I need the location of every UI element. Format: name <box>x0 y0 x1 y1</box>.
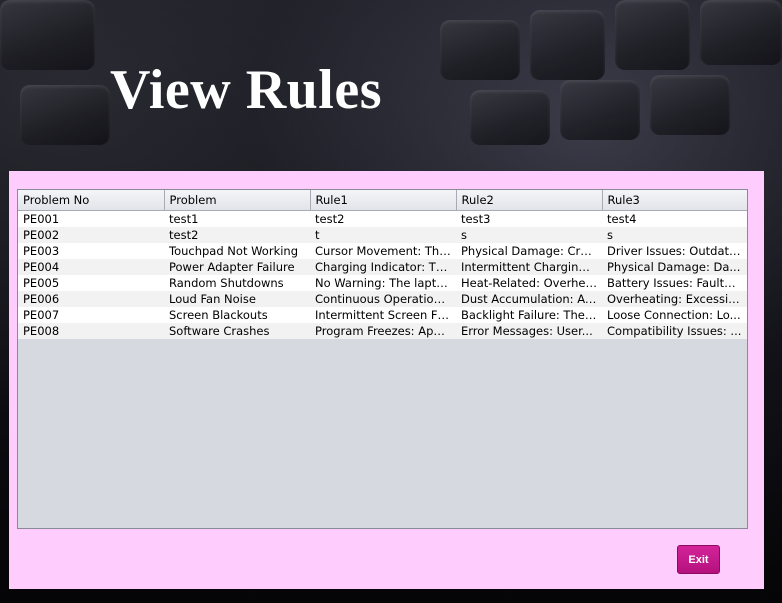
keyboard-key <box>530 10 605 80</box>
cell-rule2[interactable]: s <box>456 227 602 243</box>
cell-problem-no[interactable]: PE005 <box>18 275 164 291</box>
cell-problem[interactable]: Random Shutdowns <box>164 275 310 291</box>
keyboard-key <box>700 0 782 65</box>
cell-rule2[interactable]: Dust Accumulation: Ac... <box>456 291 602 307</box>
table-row[interactable]: PE005 Random Shutdowns No Warning: The l… <box>18 275 747 291</box>
cell-rule3[interactable]: Overheating: Excessiv... <box>602 291 747 307</box>
cell-problem[interactable]: Power Adapter Failure <box>164 259 310 275</box>
cell-problem-no[interactable]: PE003 <box>18 243 164 259</box>
rules-panel: Problem No Problem Rule1 Rule2 Rule3 PE0… <box>9 171 764 589</box>
table-row[interactable]: PE006 Loud Fan Noise Continuous Operatio… <box>18 291 747 307</box>
rules-table-scrollpane[interactable]: Problem No Problem Rule1 Rule2 Rule3 PE0… <box>17 189 748 529</box>
table-row[interactable]: PE001 test1 test2 test3 test4 <box>18 210 747 227</box>
table-header-row: Problem No Problem Rule1 Rule2 Rule3 <box>18 190 747 211</box>
cell-rule3[interactable]: Compatibility Issues: ... <box>602 323 747 339</box>
cell-rule2[interactable]: Intermittent Charging: ... <box>456 259 602 275</box>
cell-rule1[interactable]: Cursor Movement: The ... <box>310 243 456 259</box>
cell-rule2[interactable]: Heat-Related: Overhea... <box>456 275 602 291</box>
cell-rule3[interactable]: Physical Damage: Da... <box>602 259 747 275</box>
cell-rule2[interactable]: Backlight Failure: The ... <box>456 307 602 323</box>
cell-problem-no[interactable]: PE004 <box>18 259 164 275</box>
cell-rule3[interactable]: test4 <box>602 210 747 227</box>
column-header-problem[interactable]: Problem <box>164 190 311 211</box>
keyboard-key <box>440 20 520 80</box>
cell-rule3[interactable]: Loose Connection: Lo... <box>602 307 747 323</box>
cell-problem[interactable]: Software Crashes <box>164 323 310 339</box>
cell-problem-no[interactable]: PE007 <box>18 307 164 323</box>
cell-rule1[interactable]: No Warning: The lapto... <box>310 275 456 291</box>
column-header-problem-no[interactable]: Problem No <box>18 190 165 211</box>
exit-button[interactable]: Exit <box>677 545 720 574</box>
rules-table[interactable]: Problem No Problem Rule1 Rule2 Rule3 PE0… <box>18 190 747 339</box>
cell-problem[interactable]: Screen Blackouts <box>164 307 310 323</box>
cell-rule1[interactable]: Intermittent Screen Flic... <box>310 307 456 323</box>
column-header-rule2[interactable]: Rule2 <box>456 190 603 211</box>
cell-rule3[interactable]: Driver Issues: Outdate... <box>602 243 747 259</box>
cell-rule1[interactable]: Program Freezes: Appl... <box>310 323 456 339</box>
cell-problem[interactable]: Loud Fan Noise <box>164 291 310 307</box>
cell-rule3[interactable]: s <box>602 227 747 243</box>
table-row[interactable]: PE004 Power Adapter Failure Charging Ind… <box>18 259 747 275</box>
cell-rule2[interactable]: test3 <box>456 210 602 227</box>
cell-problem[interactable]: test2 <box>164 227 310 243</box>
table-row[interactable]: PE008 Software Crashes Program Freezes: … <box>18 323 747 339</box>
keyboard-key <box>560 80 640 140</box>
table-row[interactable]: PE002 test2 t s s <box>18 227 747 243</box>
cell-problem-no[interactable]: PE001 <box>18 210 164 227</box>
keyboard-key <box>20 85 110 145</box>
cell-problem-no[interactable]: PE008 <box>18 323 164 339</box>
cell-rule2[interactable]: Error Messages: User... <box>456 323 602 339</box>
cell-problem-no[interactable]: PE002 <box>18 227 164 243</box>
cell-problem[interactable]: test1 <box>164 210 310 227</box>
keyboard-key <box>650 75 730 135</box>
column-header-rule1[interactable]: Rule1 <box>310 190 457 211</box>
keyboard-key <box>470 90 550 145</box>
keyboard-key <box>0 0 95 70</box>
page-title: View Rules <box>110 59 383 121</box>
cell-rule3[interactable]: Battery Issues: Faulty b... <box>602 275 747 291</box>
cell-rule1[interactable]: Continuous Operation: ... <box>310 291 456 307</box>
cell-rule1[interactable]: Charging Indicator: Th... <box>310 259 456 275</box>
cell-problem-no[interactable]: PE006 <box>18 291 164 307</box>
cell-rule2[interactable]: Physical Damage: Cra... <box>456 243 602 259</box>
table-row[interactable]: PE003 Touchpad Not Working Cursor Moveme… <box>18 243 747 259</box>
keyboard-key <box>615 0 690 70</box>
cell-rule1[interactable]: test2 <box>310 210 456 227</box>
cell-problem[interactable]: Touchpad Not Working <box>164 243 310 259</box>
column-header-rule3[interactable]: Rule3 <box>602 190 747 211</box>
cell-rule1[interactable]: t <box>310 227 456 243</box>
table-row[interactable]: PE007 Screen Blackouts Intermittent Scre… <box>18 307 747 323</box>
